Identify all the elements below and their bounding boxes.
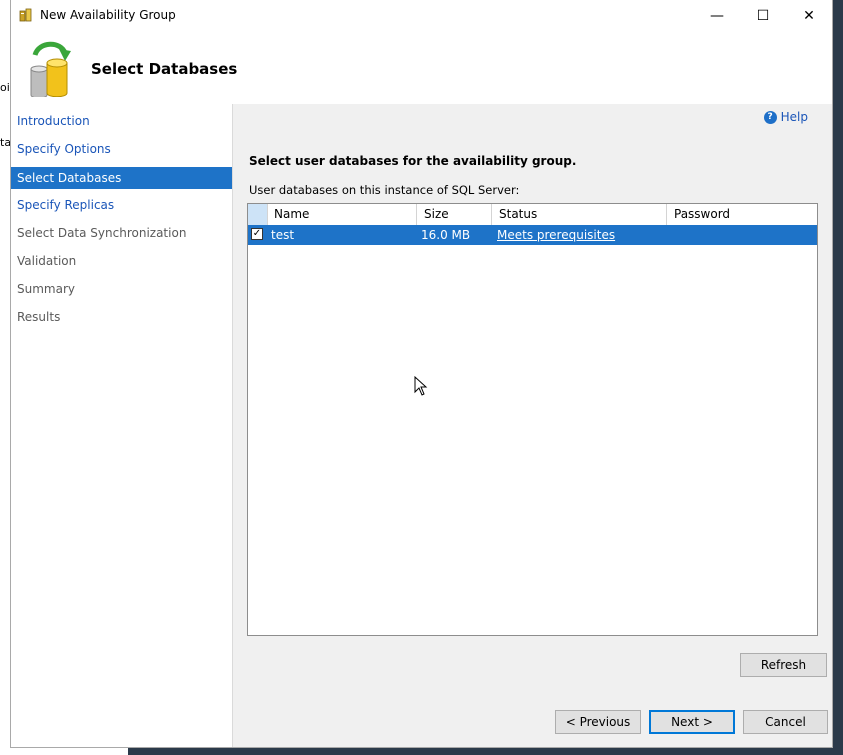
- mouse-pointer-icon: [414, 376, 428, 396]
- databases-grid[interactable]: Name Size Status Password ✓ test 16.0 MB…: [247, 203, 818, 636]
- cancel-button[interactable]: Cancel: [743, 710, 828, 734]
- column-header-status[interactable]: Status: [492, 204, 667, 225]
- next-button[interactable]: Next >: [649, 710, 735, 734]
- column-header-password[interactable]: Password: [667, 204, 817, 225]
- sidebar-item-results: Results: [17, 310, 61, 324]
- database-name-cell: test: [271, 228, 295, 242]
- sidebar-item-summary: Summary: [17, 282, 75, 296]
- previous-button[interactable]: < Previous: [555, 710, 641, 734]
- window-title: New Availability Group: [40, 8, 176, 22]
- database-size-cell: 16.0 MB: [421, 228, 471, 242]
- close-button[interactable]: ✕: [786, 0, 832, 31]
- page-header: Select Databases: [11, 31, 832, 104]
- sidebar-item-specify-replicas[interactable]: Specify Replicas: [11, 194, 232, 216]
- databases-list-label: User databases on this instance of SQL S…: [249, 183, 520, 197]
- sidebar-item-select-databases[interactable]: Select Databases: [11, 167, 232, 189]
- background-app-edge-bottom: [128, 748, 843, 755]
- page-title: Select Databases: [91, 60, 238, 78]
- title-bar[interactable]: New Availability Group — ☐ ✕: [11, 0, 832, 31]
- minimize-icon: —: [710, 7, 724, 24]
- minimize-button[interactable]: —: [694, 0, 740, 31]
- sidebar-item-select-data-synchronization: Select Data Synchronization: [17, 226, 187, 240]
- status-link[interactable]: Meets prerequisites: [497, 225, 615, 245]
- table-row[interactable]: ✓ test 16.0 MB Meets prerequisites: [248, 225, 817, 245]
- wizard-steps-sidebar: Introduction Specify Options Select Data…: [11, 104, 233, 747]
- close-icon: ✕: [803, 7, 815, 24]
- instruction-text: Select user databases for the availabili…: [249, 154, 577, 168]
- grid-header: Name Size Status Password: [248, 204, 817, 226]
- column-header-size[interactable]: Size: [417, 204, 492, 225]
- refresh-button[interactable]: Refresh: [740, 653, 827, 677]
- maximize-icon: ☐: [756, 7, 770, 24]
- column-header-name[interactable]: Name: [267, 204, 417, 225]
- new-availability-group-dialog: New Availability Group — ☐ ✕ Select Data…: [10, 0, 833, 748]
- help-icon: ?: [763, 110, 777, 124]
- availability-group-icon: [19, 8, 32, 22]
- sidebar-item-introduction[interactable]: Introduction: [11, 110, 232, 132]
- main-panel: ? Help Select user databases for the ava…: [233, 104, 832, 747]
- help-label: Help: [780, 110, 808, 124]
- database-checkbox[interactable]: ✓: [251, 228, 263, 240]
- maximize-button[interactable]: ☐: [740, 0, 786, 31]
- sidebar-item-validation: Validation: [17, 254, 77, 268]
- help-link[interactable]: ? Help: [763, 110, 808, 124]
- sidebar-item-specify-options[interactable]: Specify Options: [11, 138, 232, 160]
- database-sync-icon: [30, 41, 71, 97]
- select-all-header-cell[interactable]: [248, 204, 268, 225]
- background-app-edge: [832, 0, 843, 755]
